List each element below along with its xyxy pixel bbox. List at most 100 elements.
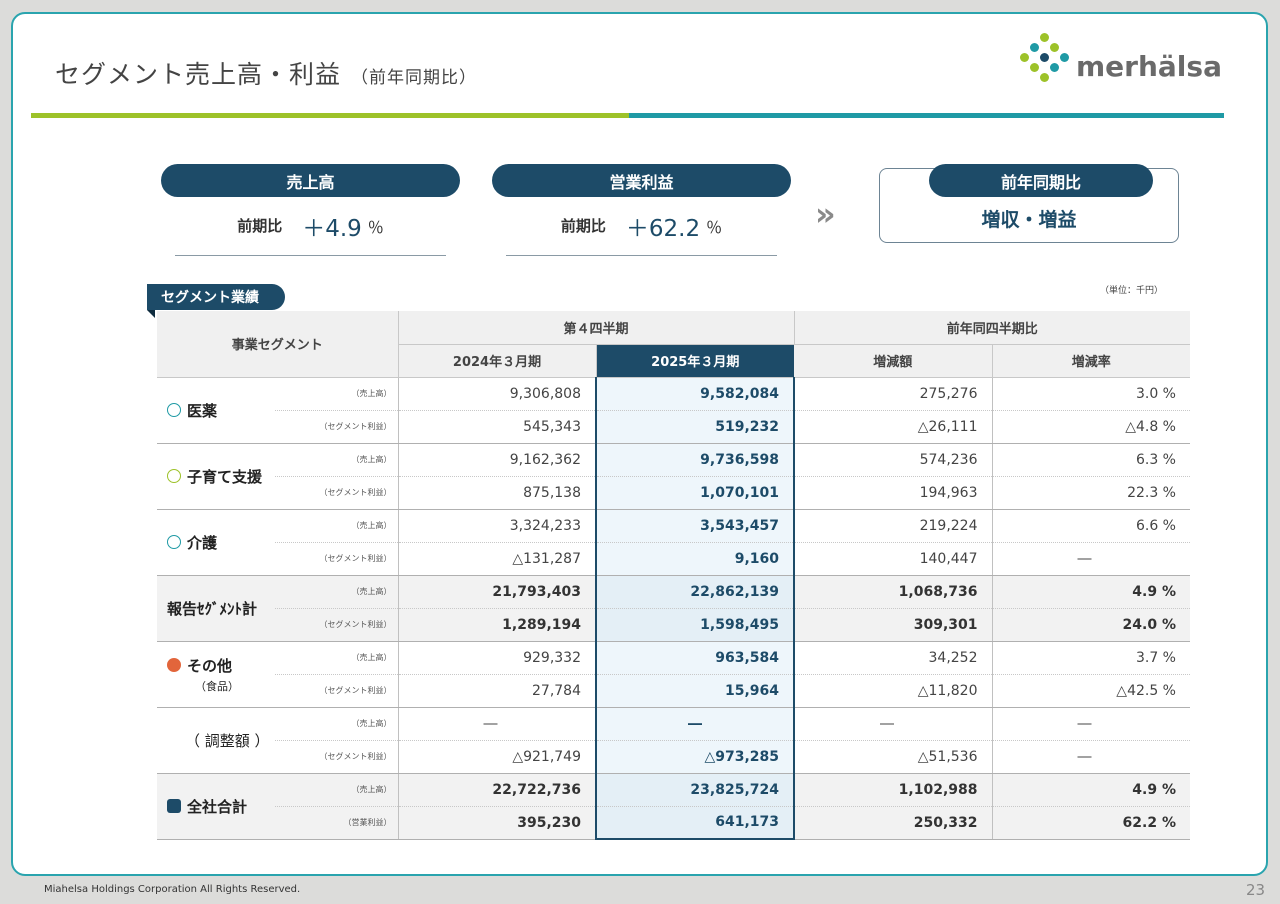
row-label: （売上高） (275, 641, 399, 675)
cell-prev: △131,287 (398, 542, 597, 576)
cell-diff: 219,224 (794, 509, 993, 543)
cell-prev: 21,793,403 (398, 575, 597, 609)
unit-note: （単位：千円） (1100, 286, 1164, 296)
cell-diff: △51,536 (794, 740, 993, 774)
cell-curr: 519,232 (595, 410, 795, 444)
cell-rate: 6.3 % (992, 443, 1190, 477)
cell-rate: △4.8 % (992, 410, 1190, 444)
cell-prev: 3,324,233 (398, 509, 597, 543)
row-label: （セグメント利益） (275, 608, 399, 642)
yoy-result-value: 増収・増益 (981, 209, 1077, 231)
nursing-care-icon (167, 534, 181, 549)
cell-rate: 4.9 % (992, 773, 1190, 807)
row-label: （売上高） (275, 509, 399, 543)
cell-prev: 395,230 (398, 806, 597, 840)
cell-diff: 309,301 (794, 608, 993, 642)
cell-curr: 9,160 (595, 542, 795, 576)
cell-curr: ― (595, 707, 795, 741)
cell-diff: 34,252 (794, 641, 993, 675)
kpi-sales-label: 前期比 (237, 217, 283, 235)
col-segment-header: 事業セグメント (157, 311, 399, 378)
cell-prev: 9,162,362 (398, 443, 597, 477)
medicine-icon (167, 402, 181, 417)
cell-diff: 250,332 (794, 806, 993, 840)
table-row: 介護 （売上高） 3,324,233 3,543,457 219,224 6.6… (157, 509, 1190, 576)
page-title: セグメント売上高・利益 （前年同期比） (55, 55, 477, 91)
col-group-q4: 第４四半期 (398, 311, 795, 345)
row-label: （売上高） (275, 443, 399, 477)
kpi-sales-header: 売上高 (161, 164, 460, 197)
company-logo: merhälsa (1016, 30, 1226, 90)
col-diff: 増減額 (794, 344, 993, 378)
table-row: 全社合計 （売上高） 22,722,736 23,825,724 1,102,9… (157, 773, 1190, 840)
kpi-sales-unit: ％ (367, 217, 384, 237)
row-label: （セグメント利益） (275, 476, 399, 510)
table-row: （セグメント利益） 27,784 15,964 △11,820 △42.5 % (157, 674, 1190, 708)
logo-text: merhälsa (1076, 50, 1222, 83)
cell-rate: 4.9 % (992, 575, 1190, 609)
page-number: 23 (1246, 881, 1266, 899)
title-rule-teal (629, 113, 1224, 118)
cell-curr: 22,862,139 (595, 575, 795, 609)
cell-rate: 3.0 % (992, 377, 1190, 411)
cell-prev: 1,289,194 (398, 608, 597, 642)
segment-name: 報告ｾｸﾞﾒﾝﾄ計 (157, 575, 275, 642)
cell-diff: △26,111 (794, 410, 993, 444)
col-group-yoy: 前年同四半期比 (794, 311, 1190, 345)
kpi-operating-profit: 前期比 ＋62.2 ％ (506, 196, 777, 256)
kpi-sales-value: ＋4.9 (302, 215, 362, 242)
col-current-year: 2025年３月期 (596, 344, 794, 378)
segment-name: その他 （食品） (157, 641, 275, 708)
double-chevron-icon: » (815, 195, 835, 233)
yoy-result-header: 前年同期比 (929, 164, 1153, 197)
segment-tag-fold (147, 310, 155, 318)
cell-prev: 875,138 (398, 476, 597, 510)
childcare-icon (167, 468, 181, 483)
cell-rate: 22.3 % (992, 476, 1190, 510)
cell-rate: △42.5 % (992, 674, 1190, 708)
food-icon (167, 657, 181, 672)
segment-name: （ 調整額 ） (157, 707, 275, 774)
row-label: （売上高） (275, 377, 399, 411)
table-row: （ 調整額 ） （売上高） ― ― ― ― (157, 707, 1190, 774)
cell-rate: ― (992, 707, 1190, 741)
segment-name: 子育て支援 (157, 443, 275, 510)
cell-diff: 1,068,736 (794, 575, 993, 609)
cell-curr: △973,285 (595, 740, 795, 774)
segment-sub-label: （食品） (195, 679, 239, 693)
cell-curr: 641,173 (595, 806, 795, 840)
row-label: （売上高） (275, 575, 399, 609)
cell-curr: 15,964 (595, 674, 795, 708)
cell-curr: 9,582,084 (595, 377, 795, 411)
table-row: 医薬 （売上高） 9,306,808 9,582,084 275,276 3.0… (157, 377, 1190, 444)
title-subtitle: （前年同期比） (351, 68, 478, 88)
kpi-operating-profit-unit: ％ (706, 217, 723, 237)
kpi-sales: 前期比 ＋4.9 ％ (175, 196, 446, 256)
cell-prev: ― (398, 707, 597, 741)
table-row: 報告ｾｸﾞﾒﾝﾄ計 （売上高） 21,793,403 22,862,139 1,… (157, 575, 1190, 642)
segment-name: 全社合計 (157, 773, 275, 840)
table-row: （セグメント利益） △921,749 △973,285 △51,536 ― (157, 740, 1190, 774)
cell-prev: 22,722,736 (398, 773, 597, 807)
row-label: （売上高） (275, 773, 399, 807)
row-label: （セグメント利益） (275, 410, 399, 444)
cell-diff: ― (794, 707, 993, 741)
cell-rate: ― (992, 740, 1190, 774)
cell-curr: 3,543,457 (595, 509, 795, 543)
cell-prev: △921,749 (398, 740, 597, 774)
table-row: 子育て支援 （売上高） 9,162,362 9,736,598 574,236 … (157, 443, 1190, 510)
cell-diff: 194,963 (794, 476, 993, 510)
table-row: （セグメント利益） 545,343 519,232 △26,111 △4.8 % (157, 410, 1190, 444)
cell-curr: 1,598,495 (595, 608, 795, 642)
cell-diff: 1,102,988 (794, 773, 993, 807)
cell-curr: 9,736,598 (595, 443, 795, 477)
cell-prev: 545,343 (398, 410, 597, 444)
title-rule-green (31, 113, 629, 118)
kpi-operating-profit-value: ＋62.2 (625, 215, 701, 242)
kpi-operating-profit-label: 前期比 (560, 217, 606, 235)
title-main: セグメント売上高・利益 (55, 60, 342, 89)
cell-diff: 275,276 (794, 377, 993, 411)
cell-rate: 24.0 % (992, 608, 1190, 642)
row-label: （営業利益） (275, 806, 399, 840)
col-prev-year: 2024年３月期 (398, 344, 597, 378)
